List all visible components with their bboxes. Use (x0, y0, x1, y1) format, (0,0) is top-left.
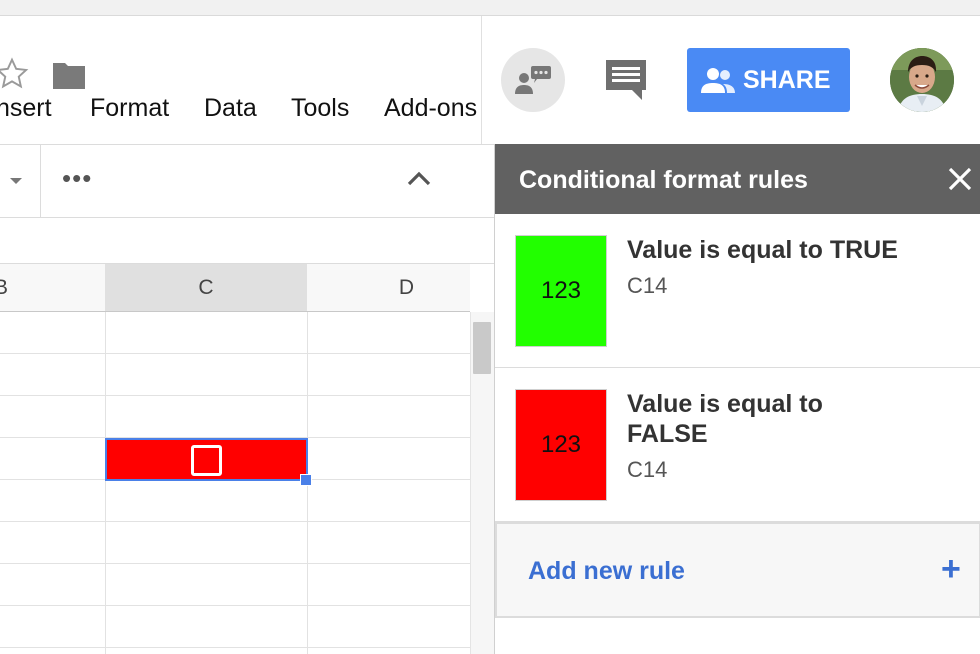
table-row[interactable] (0, 564, 470, 606)
share-label: SHARE (743, 66, 831, 94)
toolbar: ••• (0, 144, 494, 218)
people-icon (701, 68, 735, 93)
doc-title-area: nsert Format Data Tools Add-ons (0, 16, 482, 144)
user-photo (890, 48, 954, 112)
formula-bar[interactable] (0, 218, 494, 264)
star-outline-icon[interactable] (0, 56, 30, 92)
column-header-c[interactable]: C (105, 264, 308, 312)
panel-title: Conditional format rules (519, 166, 808, 194)
fill-handle[interactable] (300, 474, 312, 486)
table-row[interactable] (0, 606, 470, 648)
table-row[interactable] (0, 312, 470, 354)
share-button[interactable]: SHARE (687, 48, 850, 112)
chat-icon (515, 66, 551, 94)
close-icon[interactable] (947, 166, 973, 192)
chat-button[interactable] (501, 48, 565, 112)
column-header-d[interactable]: D (307, 264, 470, 312)
chevron-up-icon[interactable] (406, 169, 432, 187)
rule-item-false[interactable]: 123 Value is equal to FALSE C14 (495, 368, 980, 522)
menu-insert[interactable]: nsert (0, 94, 52, 123)
rule-range: C14 (627, 457, 668, 482)
plus-icon: + (941, 550, 961, 588)
rule-description-line: FALSE (627, 420, 708, 448)
rule-preview-swatch: 123 (515, 389, 607, 501)
table-row[interactable] (0, 396, 470, 438)
window-top-strip (0, 0, 980, 16)
column-header-b[interactable]: B (0, 264, 106, 312)
add-new-rule-button[interactable]: Add new rule + (495, 522, 980, 618)
selected-cell-c14[interactable] (105, 438, 308, 481)
menu-add-ons[interactable]: Add-ons (384, 94, 477, 123)
rule-description: Value is equal to FALSE (627, 389, 823, 449)
panel-header: Conditional format rules (495, 144, 980, 214)
conditional-format-panel: Conditional format rules 123 Value is eq… (494, 144, 980, 654)
rule-description-line: Value is equal to (627, 390, 823, 418)
table-row[interactable] (0, 354, 470, 396)
rule-range: C14 (627, 273, 668, 298)
rule-preview-swatch: 123 (515, 235, 607, 347)
comment-icon[interactable] (604, 58, 648, 102)
table-row[interactable] (0, 480, 470, 522)
table-row[interactable] (0, 522, 470, 564)
rule-item-true[interactable]: 123 Value is equal to TRUE C14 (495, 214, 980, 368)
menu-tools[interactable]: Tools (291, 94, 349, 123)
menu-data[interactable]: Data (204, 94, 257, 123)
vertical-scrollbar[interactable] (470, 312, 494, 654)
folder-icon[interactable] (52, 60, 86, 90)
avatar[interactable] (890, 48, 954, 112)
menu-format[interactable]: Format (90, 94, 169, 123)
more-horiz-icon[interactable]: ••• (62, 163, 92, 194)
toolbar-separator (40, 145, 41, 217)
caret-down-icon[interactable] (10, 178, 22, 184)
checkbox[interactable] (191, 445, 222, 476)
scrollbar-thumb[interactable] (473, 322, 491, 374)
rule-description: Value is equal to TRUE (627, 236, 898, 264)
add-rule-label: Add new rule (528, 557, 685, 585)
header-actions: SHARE (482, 16, 980, 144)
